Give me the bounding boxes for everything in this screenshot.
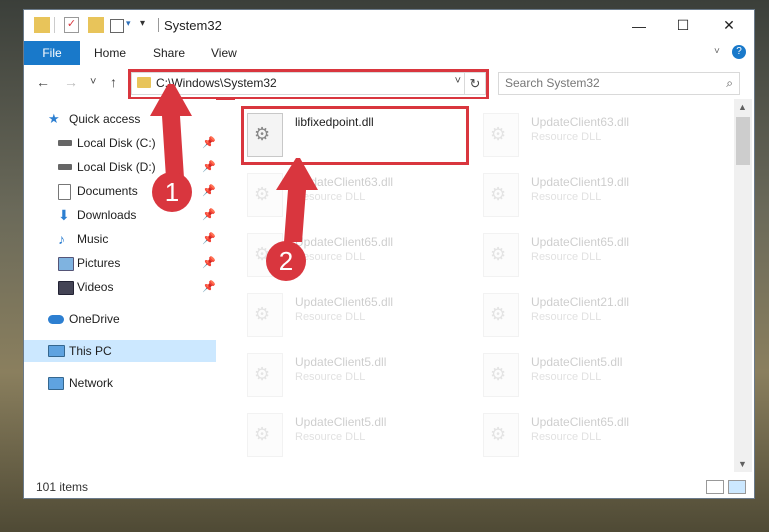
arrow-2 — [276, 158, 318, 242]
step-1-badge: 1 — [152, 172, 192, 212]
step-2-badge: 2 — [266, 241, 306, 281]
annotation-arrows — [150, 84, 318, 242]
arrow-1 — [150, 84, 192, 178]
